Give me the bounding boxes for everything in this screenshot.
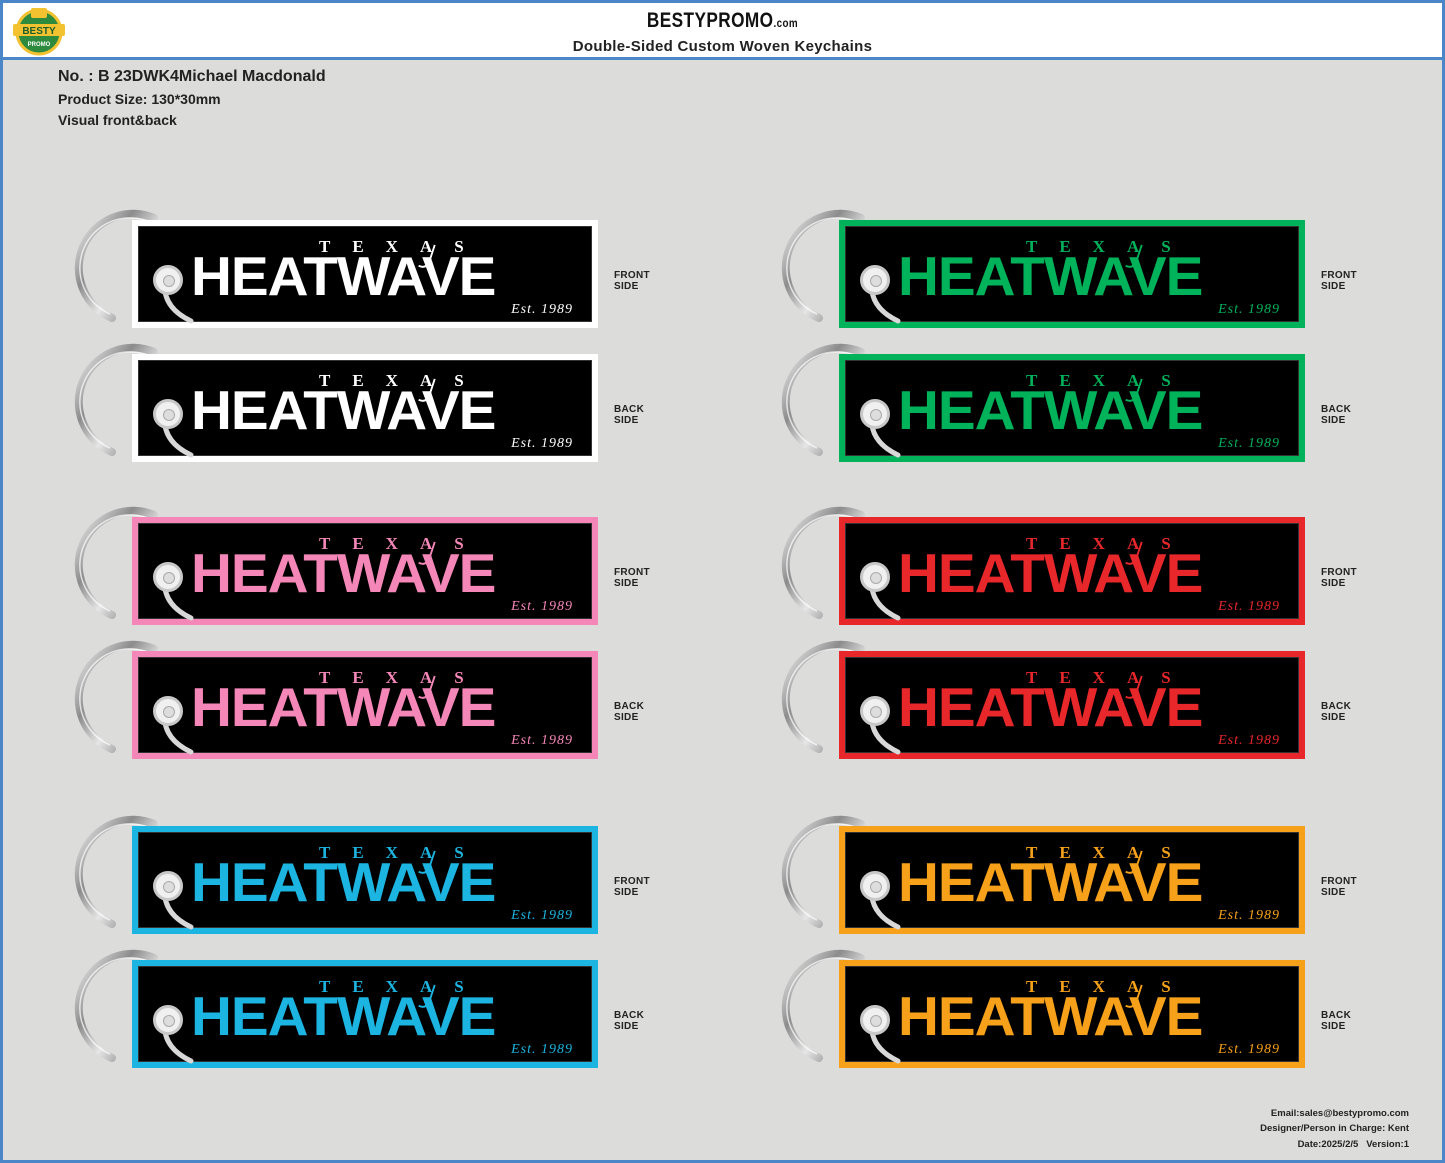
heatwave-text: HEATWAVE (191, 985, 496, 1047)
grommet-icon (153, 265, 183, 295)
est-text: Est. 1989 (1218, 733, 1280, 748)
woven-tag: TEXAS HEATWAVE Est. 1989 (132, 517, 598, 625)
grommet-icon (860, 265, 890, 295)
keychain-front: TEXAS HEATWAVE Est. 1989 FRONT SIDE (771, 503, 1357, 627)
heatwave-text: HEATWAVE (898, 379, 1203, 441)
side-label: FRONT SIDE (614, 567, 650, 589)
est-text: Est. 1989 (511, 436, 573, 451)
heatwave-text: HEATWAVE (191, 379, 496, 441)
woven-tag: TEXAS HEATWAVE Est. 1989 (132, 354, 598, 462)
woven-tag: TEXAS HEATWAVE Est. 1989 (132, 651, 598, 759)
keychain-back: TEXAS HEATWAVE Est. 1989 BACK SIDE (64, 637, 644, 761)
heatwave-text: HEATWAVE (191, 542, 496, 604)
side-label: BACK SIDE (614, 1010, 645, 1032)
side-label: BACK SIDE (614, 404, 645, 426)
grommet-icon (860, 696, 890, 726)
grommet-icon (860, 1005, 890, 1035)
logo-text-top: BESTY (22, 26, 56, 37)
grommet-icon (860, 562, 890, 592)
est-text: Est. 1989 (511, 908, 573, 923)
side-label: FRONT SIDE (1321, 567, 1357, 589)
page-subtitle: Double-Sided Custom Woven Keychains (572, 38, 873, 55)
grommet-icon (153, 696, 183, 726)
side-label: BACK SIDE (1321, 1010, 1352, 1032)
keychain-back: TEXAS HEATWAVE Est. 1989 BACK SIDE (771, 340, 1351, 464)
grommet-icon (860, 399, 890, 429)
keychain-front: TEXAS HEATWAVE Est. 1989 FRONT SIDE (64, 206, 650, 330)
heatwave-text: HEATWAVE (898, 851, 1203, 913)
side-label: BACK SIDE (1321, 701, 1352, 723)
est-text: Est. 1989 (1218, 436, 1280, 451)
visual-note: Visual front&back (58, 112, 177, 128)
footer-email: Email:sales@bestypromo.com (1270, 1108, 1409, 1119)
est-text: Est. 1989 (511, 599, 573, 614)
grommet-icon (153, 562, 183, 592)
est-text: Est. 1989 (511, 733, 573, 748)
side-label: BACK SIDE (1321, 404, 1352, 426)
est-text: Est. 1989 (511, 1042, 573, 1057)
woven-tag: TEXAS HEATWAVE Est. 1989 (132, 826, 598, 934)
keychain-back: TEXAS HEATWAVE Est. 1989 BACK SIDE (771, 637, 1351, 761)
footer-date-version: Date:2025/2/5 Version:1 (1297, 1139, 1409, 1150)
grommet-icon (860, 871, 890, 901)
side-label: FRONT SIDE (1321, 270, 1357, 292)
heatwave-text: HEATWAVE (898, 542, 1203, 604)
est-text: Est. 1989 (1218, 1042, 1280, 1057)
woven-tag: TEXAS HEATWAVE Est. 1989 (132, 220, 598, 328)
keychain-front: TEXAS HEATWAVE Est. 1989 FRONT SIDE (64, 812, 650, 936)
heatwave-text: HEATWAVE (191, 676, 496, 738)
woven-tag: TEXAS HEATWAVE Est. 1989 (132, 960, 598, 1068)
keychain-back: TEXAS HEATWAVE Est. 1989 BACK SIDE (64, 340, 644, 464)
est-text: Est. 1989 (1218, 302, 1280, 317)
grommet-icon (153, 399, 183, 429)
side-label: BACK SIDE (614, 701, 645, 723)
woven-tag: TEXAS HEATWAVE Est. 1989 (839, 517, 1305, 625)
product-size: Product Size: 130*30mm (58, 91, 221, 107)
keychain-front: TEXAS HEATWAVE Est. 1989 FRONT SIDE (771, 812, 1357, 936)
brand-title: BESTYPROMO.com (646, 9, 799, 32)
heatwave-text: HEATWAVE (898, 985, 1203, 1047)
footer-designer: Designer/Person in Charge: Kent (1260, 1123, 1409, 1134)
side-label: FRONT SIDE (614, 270, 650, 292)
grommet-icon (153, 871, 183, 901)
est-text: Est. 1989 (1218, 599, 1280, 614)
grommet-icon (153, 1005, 183, 1035)
woven-tag: TEXAS HEATWAVE Est. 1989 (839, 826, 1305, 934)
woven-tag: TEXAS HEATWAVE Est. 1989 (839, 960, 1305, 1068)
keychain-front: TEXAS HEATWAVE Est. 1989 FRONT SIDE (771, 206, 1357, 330)
heatwave-text: HEATWAVE (898, 676, 1203, 738)
keychain-front: TEXAS HEATWAVE Est. 1989 FRONT SIDE (64, 503, 650, 627)
side-label: FRONT SIDE (1321, 876, 1357, 898)
heatwave-text: HEATWAVE (898, 245, 1203, 307)
side-label: FRONT SIDE (614, 876, 650, 898)
keychain-back: TEXAS HEATWAVE Est. 1989 BACK SIDE (771, 946, 1351, 1070)
heatwave-text: HEATWAVE (191, 851, 496, 913)
heatwave-text: HEATWAVE (191, 245, 496, 307)
header: BESTY PROMO BESTYPROMO.com Double-Sided … (3, 3, 1442, 60)
order-number: No. : B 23DWK4Michael Macdonald (58, 68, 326, 85)
keychain-back: TEXAS HEATWAVE Est. 1989 BACK SIDE (64, 946, 644, 1070)
woven-tag: TEXAS HEATWAVE Est. 1989 (839, 220, 1305, 328)
woven-tag: TEXAS HEATWAVE Est. 1989 (839, 354, 1305, 462)
est-text: Est. 1989 (511, 302, 573, 317)
est-text: Est. 1989 (1218, 908, 1280, 923)
woven-tag: TEXAS HEATWAVE Est. 1989 (839, 651, 1305, 759)
